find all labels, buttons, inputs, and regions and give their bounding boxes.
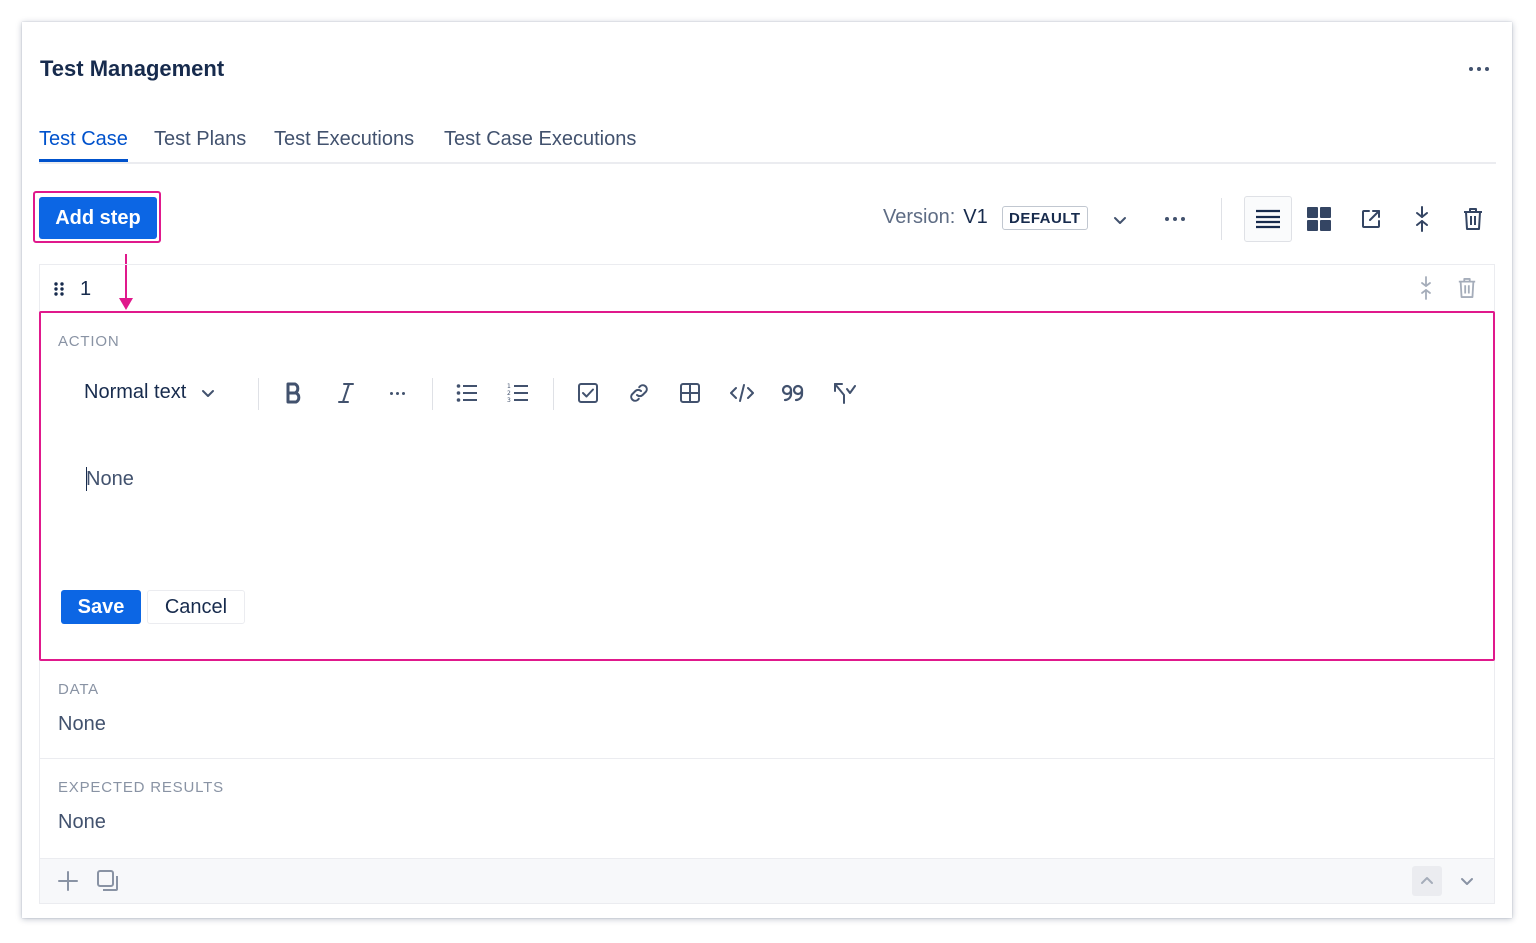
- code-icon: [730, 384, 754, 402]
- table-button[interactable]: [675, 376, 705, 410]
- toolbar-divider: [1221, 198, 1222, 240]
- data-value[interactable]: None: [58, 713, 106, 736]
- move-step-down-button[interactable]: [1452, 866, 1482, 896]
- italic-button[interactable]: [332, 376, 360, 410]
- chevron-down-icon: [1461, 878, 1473, 885]
- move-step-up-button[interactable]: [1412, 866, 1442, 896]
- bullet-list-icon: [456, 384, 477, 402]
- clone-icon: [97, 870, 118, 891]
- text-style-value: Normal text: [84, 381, 187, 403]
- version-value: V1: [963, 206, 988, 228]
- chevron-down-icon: [1114, 217, 1126, 224]
- expected-results-label: EXPECTED RESULTS: [58, 779, 224, 796]
- save-button[interactable]: Save: [61, 590, 141, 624]
- bullet-list-button[interactable]: [452, 376, 482, 410]
- toolbar-divider: [553, 378, 554, 410]
- link-button[interactable]: [624, 376, 654, 410]
- code-button[interactable]: [727, 376, 757, 410]
- more-icon: [1165, 217, 1169, 221]
- clone-step-button[interactable]: [93, 866, 123, 896]
- open-external-icon: [1362, 210, 1380, 228]
- bold-button[interactable]: [280, 376, 308, 410]
- toolbar-divider: [432, 378, 433, 410]
- svg-text:2: 2: [507, 390, 511, 397]
- tab-bar: Test Case Test Plans Test Executions Tes…: [39, 126, 1496, 164]
- svg-text:3: 3: [507, 397, 511, 404]
- italic-icon: [338, 383, 354, 403]
- tab-test-case[interactable]: Test Case: [39, 126, 128, 162]
- step-collapse-button[interactable]: [1414, 274, 1438, 302]
- toolbar-divider: [258, 378, 259, 410]
- step-number: 1: [80, 278, 92, 300]
- table-icon: [680, 383, 700, 403]
- collapse-icon: [1416, 206, 1428, 232]
- link-icon: [630, 384, 648, 402]
- action-item-button[interactable]: [573, 376, 603, 410]
- add-step-inline-button[interactable]: [53, 866, 83, 896]
- section-divider: [40, 758, 1494, 759]
- data-label: DATA: [58, 681, 99, 698]
- grid-view-icon: [1307, 207, 1331, 231]
- bold-icon: [286, 382, 301, 404]
- quote-icon: [781, 384, 804, 402]
- list-view-icon: [1256, 209, 1280, 229]
- action-editor-highlight: [39, 311, 1495, 661]
- text-style-dropdown[interactable]: Normal text: [84, 381, 216, 404]
- numbered-list-icon: 123: [507, 383, 528, 404]
- more-formatting-button[interactable]: [382, 376, 412, 410]
- checkbox-icon: [578, 383, 598, 403]
- svg-text:1: 1: [507, 383, 511, 390]
- test-management-panel: Test Management Test Case Test Plans Tes…: [22, 22, 1512, 918]
- drag-handle[interactable]: [50, 278, 68, 300]
- list-view-button[interactable]: [1252, 205, 1284, 233]
- more-icon: [389, 391, 393, 395]
- tab-test-executions[interactable]: Test Executions: [274, 126, 414, 160]
- add-step-button[interactable]: Add step: [39, 197, 157, 239]
- clear-formatting-button[interactable]: [829, 376, 859, 410]
- collapse-icon: [1421, 276, 1431, 300]
- panel-more-button[interactable]: [1462, 52, 1496, 86]
- tab-test-case-executions[interactable]: Test Case Executions: [444, 126, 636, 160]
- trash-icon: [1458, 277, 1476, 298]
- step-delete-button[interactable]: [1454, 274, 1480, 302]
- page-title: Test Management: [40, 56, 225, 81]
- cancel-button[interactable]: Cancel: [147, 590, 245, 624]
- version-label: Version:: [883, 206, 956, 228]
- chevron-down-icon: [202, 389, 215, 397]
- version-more-button[interactable]: [1158, 204, 1192, 234]
- version-selector[interactable]: Version: V1: [883, 206, 988, 229]
- delete-button[interactable]: [1458, 204, 1488, 234]
- quote-button[interactable]: [778, 376, 808, 410]
- open-external-button[interactable]: [1356, 204, 1386, 234]
- collapse-all-button[interactable]: [1407, 204, 1437, 234]
- action-editor-input[interactable]: None: [86, 468, 134, 491]
- step-footer: [40, 858, 1494, 903]
- drag-handle-icon: [54, 282, 64, 296]
- add-icon: [58, 871, 78, 891]
- tab-test-plans[interactable]: Test Plans: [154, 126, 246, 160]
- clear-format-icon: [834, 383, 856, 404]
- more-icon: [1469, 67, 1473, 71]
- default-badge: DEFAULT: [1002, 206, 1088, 230]
- expected-results-value[interactable]: None: [58, 811, 106, 834]
- chevron-up-icon: [1421, 877, 1433, 884]
- trash-icon: [1464, 208, 1482, 230]
- version-dropdown-button[interactable]: [1106, 206, 1134, 234]
- action-label: ACTION: [58, 333, 120, 350]
- grid-view-button[interactable]: [1304, 204, 1334, 234]
- numbered-list-button[interactable]: 123: [503, 376, 533, 410]
